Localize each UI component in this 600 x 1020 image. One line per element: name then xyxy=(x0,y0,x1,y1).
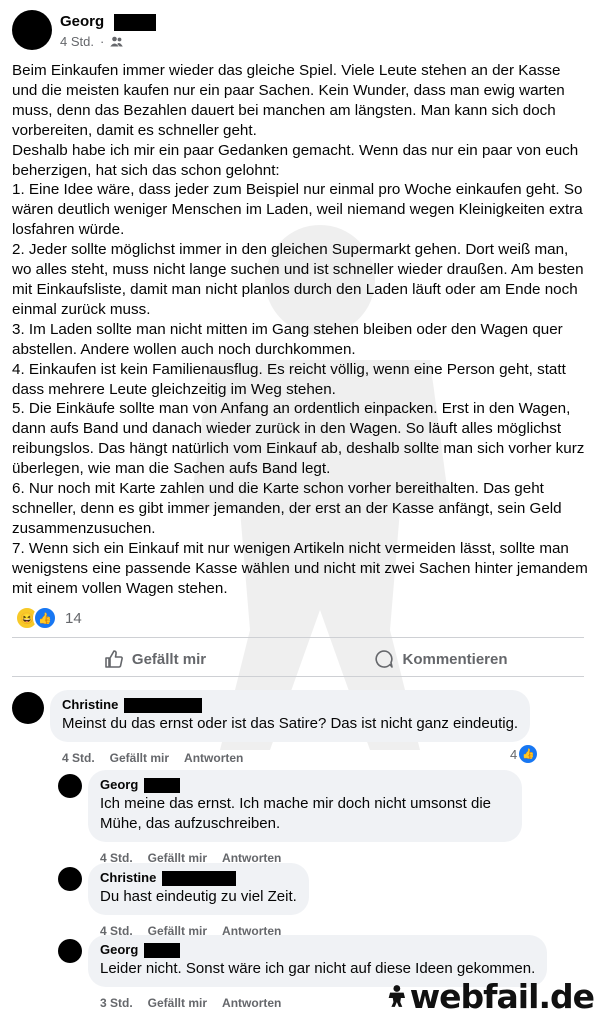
avatar[interactable] xyxy=(12,692,44,724)
comment-icon xyxy=(375,650,394,668)
post-header: Georg 4 Std. · xyxy=(12,10,572,52)
comment-actions: 4 Std. Gefällt mir Antworten xyxy=(50,751,530,765)
post-text: Beim Einkaufen immer wieder das gleiche … xyxy=(12,61,588,598)
avatar[interactable] xyxy=(58,867,82,891)
comment-like-count[interactable]: 4 👍 xyxy=(510,745,538,763)
divider xyxy=(12,637,584,638)
post-meta: 4 Std. · xyxy=(60,34,124,49)
post-paragraph: 6. Nur noch mit Karte zahlen und die Kar… xyxy=(12,480,562,537)
post-paragraph: 3. Im Laden sollte man nicht mitten im G… xyxy=(12,320,563,358)
comment-text: Ich meine das ernst. Ich mache mir doch … xyxy=(100,795,492,832)
comment-text: Du hast eindeutig zu viel Zeit. xyxy=(100,888,297,905)
comment-like-button[interactable]: Gefällt mir xyxy=(148,996,207,1010)
avatar[interactable] xyxy=(12,10,52,50)
comment-bubble: Christine Meinst du das ernst oder ist d… xyxy=(50,690,531,742)
post-paragraph: Deshalb habe ich mir ein paar Gedanken g… xyxy=(12,141,579,179)
post-paragraph: 7. Wenn sich ein Einkauf mit nur wenigen… xyxy=(12,539,588,597)
comment-time[interactable]: 3 Std. xyxy=(100,996,133,1010)
redaction-bar xyxy=(144,942,181,958)
friends-icon xyxy=(110,36,124,47)
comment-reply-button[interactable]: Antworten xyxy=(184,751,243,765)
post-time[interactable]: 4 Std. xyxy=(60,34,94,49)
post-paragraph: 1. Eine Idee wäre, dass jeder zum Beispi… xyxy=(12,181,583,239)
comment-author[interactable]: Georg xyxy=(100,777,510,793)
comment-bubble: Christine Du hast eindeutig zu viel Zeit… xyxy=(88,863,309,915)
comment-text: Meinst du das ernst oder ist das Satire?… xyxy=(62,715,519,732)
like-reaction-icon: 👍 xyxy=(519,745,538,763)
redaction-bar xyxy=(124,697,203,713)
comment-time[interactable]: 4 Std. xyxy=(62,751,95,765)
reaction-count[interactable]: 14 xyxy=(65,610,82,627)
redaction-bar xyxy=(162,870,237,886)
comment-like-button[interactable]: Gefällt mir xyxy=(110,751,169,765)
comment-button-label: Kommentieren xyxy=(402,650,508,668)
thumbs-up-icon xyxy=(105,650,123,668)
avatar[interactable] xyxy=(58,774,82,798)
post-paragraph: 4. Einkaufen ist kein Familienausflug. E… xyxy=(12,360,566,398)
divider xyxy=(12,676,584,677)
redaction-bar xyxy=(144,777,181,793)
like-button-label: Gefällt mir xyxy=(131,650,207,668)
avatar[interactable] xyxy=(58,939,82,963)
post-paragraph: 5. Die Einkäufe sollte man von Anfang an… xyxy=(12,400,585,478)
brand-logo: webfail.de xyxy=(388,976,595,1016)
comment-author[interactable]: Georg xyxy=(100,942,535,958)
redaction-bar xyxy=(114,13,157,31)
post-paragraph: Beim Einkaufen immer wieder das gleiche … xyxy=(12,62,565,139)
post-author[interactable]: Georg xyxy=(60,13,157,31)
comment-button[interactable]: Kommentieren xyxy=(298,644,584,674)
reaction-summary[interactable]: 😆 👍 14 xyxy=(15,606,82,630)
post-action-bar: Gefällt mir Kommentieren xyxy=(12,644,584,674)
comment-author[interactable]: Christine xyxy=(100,870,297,886)
like-reaction-icon: 👍 xyxy=(33,606,57,630)
comment-reply-button[interactable]: Antworten xyxy=(222,996,281,1010)
mascot-icon xyxy=(388,985,406,1007)
brand-wordmark: webfail.de xyxy=(409,976,595,1016)
like-button[interactable]: Gefällt mir xyxy=(12,644,298,674)
comment-author[interactable]: Christine xyxy=(62,697,518,713)
comment-bubble: Georg Ich meine das ernst. Ich mache mir… xyxy=(88,770,522,842)
post-paragraph: 2. Jeder sollte möglichst immer in den g… xyxy=(12,241,584,318)
